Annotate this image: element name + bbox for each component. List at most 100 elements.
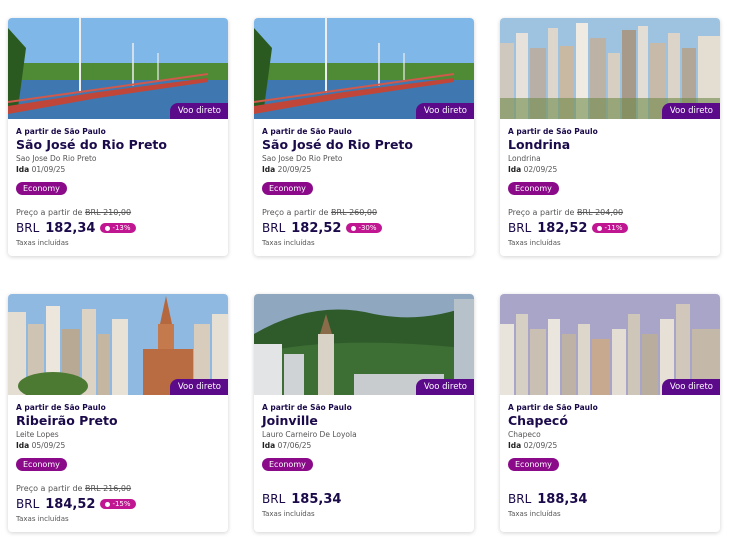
direct-flight-badge: Voo direto bbox=[415, 103, 474, 119]
origin-label: A partir de São Paulo bbox=[16, 127, 106, 136]
date-value: 05/09/25 bbox=[31, 441, 66, 450]
destination-photo: Voo direto bbox=[254, 18, 474, 119]
date-value: 01/09/25 bbox=[31, 165, 66, 174]
price-row: BRL 185,34 bbox=[262, 491, 466, 507]
price-amount: 182,34 bbox=[45, 220, 96, 236]
departure-date: Ida 05/09/25 bbox=[16, 440, 220, 451]
date-value: 20/09/25 bbox=[277, 165, 312, 174]
price-from-label: Preço a partir de bbox=[508, 208, 575, 217]
discount-badge: -11% bbox=[592, 223, 628, 233]
taxes-note: Taxas incluídas bbox=[262, 510, 315, 518]
destination-city[interactable]: São José do Rio Preto bbox=[262, 137, 466, 153]
price-amount: 184,52 bbox=[45, 496, 96, 512]
direct-flight-badge: Voo direto bbox=[415, 379, 474, 395]
direct-flight-badge: Voo direto bbox=[169, 379, 228, 395]
origin-label: A partir de São Paulo bbox=[16, 403, 106, 412]
taxes-note: Taxas incluídas bbox=[16, 515, 69, 523]
date-label: Ida bbox=[508, 165, 522, 174]
price-amount: 188,34 bbox=[537, 491, 588, 507]
currency: BRL bbox=[16, 221, 40, 235]
taxes-note: Taxas incluídas bbox=[16, 239, 69, 247]
airport-name: Sao Jose Do Rio Preto bbox=[262, 154, 343, 163]
airport-name: Leite Lopes bbox=[16, 430, 59, 439]
destination-city[interactable]: Joinville bbox=[262, 413, 466, 429]
price-row: BRL 188,34 bbox=[508, 491, 712, 507]
departure-date: Ida 20/09/25 bbox=[262, 164, 466, 175]
price-row: BRL 182,52 -11% bbox=[508, 220, 712, 236]
direct-flight-badge: Voo direto bbox=[661, 379, 720, 395]
discount-badge: -30% bbox=[346, 223, 382, 233]
price-amount: 182,52 bbox=[537, 220, 588, 236]
discount-value: -13% bbox=[112, 224, 131, 232]
destination-photo: Voo direto bbox=[8, 18, 228, 119]
price-from-label: Preço a partir de bbox=[16, 208, 83, 217]
price-from: Preço a partir de BRL 210,00 bbox=[16, 207, 220, 218]
fare-class-badge: Economy bbox=[262, 458, 313, 471]
origin-label: A partir de São Paulo bbox=[262, 127, 352, 136]
discount-badge: -15% bbox=[100, 499, 136, 509]
destination-card-ribeirao-preto[interactable]: Voo direto A partir de São Paulo Ribeirã… bbox=[8, 294, 228, 532]
destination-photo: Voo direto bbox=[500, 18, 720, 119]
destination-city[interactable]: Ribeirão Preto bbox=[16, 413, 220, 429]
price-from: Preço a partir de BRL 204,00 bbox=[508, 207, 712, 218]
date-label: Ida bbox=[262, 165, 276, 174]
fare-class-badge: Economy bbox=[262, 182, 313, 195]
date-value: 02/09/25 bbox=[523, 441, 558, 450]
discount-value: -11% bbox=[604, 224, 623, 232]
currency: BRL bbox=[262, 221, 286, 235]
date-label: Ida bbox=[16, 165, 30, 174]
destination-card-chapeco[interactable]: Voo direto A partir de São Paulo Chapecó… bbox=[500, 294, 720, 532]
old-price: BRL 210,00 bbox=[85, 208, 132, 217]
price-amount: 185,34 bbox=[291, 491, 342, 507]
fare-class-badge: Economy bbox=[508, 458, 559, 471]
price-from: Preço a partir de BRL 260,00 bbox=[262, 207, 466, 218]
old-price: BRL 216,00 bbox=[85, 484, 132, 493]
destination-card-sao-jose-2[interactable]: Voo direto A partir de São Paulo São Jos… bbox=[254, 18, 474, 256]
discount-value: -30% bbox=[358, 224, 377, 232]
price-row: BRL 182,34 -13% bbox=[16, 220, 220, 236]
discount-value: -15% bbox=[112, 500, 131, 508]
taxes-note: Taxas incluídas bbox=[508, 510, 561, 518]
old-price: BRL 204,00 bbox=[577, 208, 624, 217]
airport-name: Chapeco bbox=[508, 430, 541, 439]
destination-photo: Voo direto bbox=[8, 294, 228, 395]
departure-date: Ida 02/09/25 bbox=[508, 440, 712, 451]
destination-city[interactable]: Chapecó bbox=[508, 413, 712, 429]
price-row: BRL 184,52 -15% bbox=[16, 496, 220, 512]
destination-city[interactable]: São José do Rio Preto bbox=[16, 137, 220, 153]
direct-flight-badge: Voo direto bbox=[169, 103, 228, 119]
origin-label: A partir de São Paulo bbox=[508, 127, 598, 136]
destination-city[interactable]: Londrina bbox=[508, 137, 712, 153]
price-from: Preço a partir de BRL 216,00 bbox=[16, 483, 220, 494]
direct-flight-badge: Voo direto bbox=[661, 103, 720, 119]
date-value: 02/09/25 bbox=[523, 165, 558, 174]
price-amount: 182,52 bbox=[291, 220, 342, 236]
destination-card-joinville[interactable]: Voo direto A partir de São Paulo Joinvil… bbox=[254, 294, 474, 532]
currency: BRL bbox=[508, 492, 532, 506]
currency: BRL bbox=[262, 492, 286, 506]
departure-date: Ida 01/09/25 bbox=[16, 164, 220, 175]
discount-badge: -13% bbox=[100, 223, 136, 233]
origin-label: A partir de São Paulo bbox=[508, 403, 598, 412]
destination-photo: Voo direto bbox=[254, 294, 474, 395]
date-label: Ida bbox=[508, 441, 522, 450]
airport-name: Londrina bbox=[508, 154, 541, 163]
price-row: BRL 182,52 -30% bbox=[262, 220, 466, 236]
taxes-note: Taxas incluídas bbox=[262, 239, 315, 247]
fare-class-badge: Economy bbox=[16, 182, 67, 195]
destination-card-sao-jose-1[interactable]: Voo direto A partir de São Paulo São Jos… bbox=[8, 18, 228, 256]
taxes-note: Taxas incluídas bbox=[508, 239, 561, 247]
airport-name: Sao Jose Do Rio Preto bbox=[16, 154, 97, 163]
origin-label: A partir de São Paulo bbox=[262, 403, 352, 412]
old-price: BRL 260,00 bbox=[331, 208, 378, 217]
date-value: 07/06/25 bbox=[277, 441, 312, 450]
destination-photo: Voo direto bbox=[500, 294, 720, 395]
fare-class-badge: Economy bbox=[16, 458, 67, 471]
departure-date: Ida 02/09/25 bbox=[508, 164, 712, 175]
date-label: Ida bbox=[262, 441, 276, 450]
currency: BRL bbox=[16, 497, 40, 511]
destination-card-londrina[interactable]: Voo direto A partir de São Paulo Londrin… bbox=[500, 18, 720, 256]
price-from-label: Preço a partir de bbox=[16, 484, 83, 493]
price-from-label: Preço a partir de bbox=[262, 208, 329, 217]
currency: BRL bbox=[508, 221, 532, 235]
